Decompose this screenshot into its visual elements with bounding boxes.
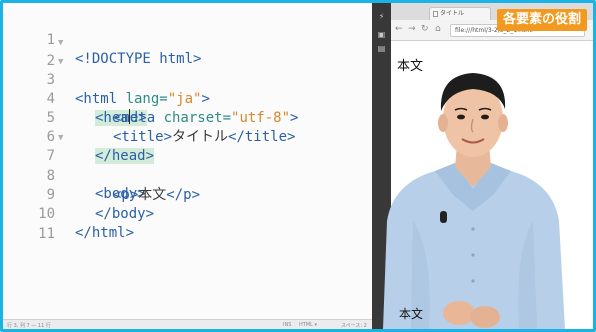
lesson-title-badge: 各要素の役割 [497, 9, 588, 31]
insert-mode[interactable]: INS [283, 322, 291, 328]
cursor-position: 行 3, 列 7 — 11 行 [7, 323, 51, 329]
forward-icon[interactable]: → [408, 24, 416, 34]
code-line: 10 </html> [3, 186, 372, 241]
page-body-text-bottom: 本文 [399, 307, 424, 321]
browser-tab-title: タイトル [440, 10, 465, 17]
extension-icon[interactable]: ▣ [377, 31, 386, 39]
code-line: 11 [3, 206, 372, 242]
code-token: </html> [75, 225, 135, 241]
fold-arrow-icon[interactable]: ▼ [58, 34, 63, 53]
language-mode-select[interactable]: HTML ▾ [299, 322, 317, 328]
status-bar: 行 3, 列 7 — 11 行 INS HTML ▾ スペース: 2 [3, 319, 372, 329]
live-preview-icon[interactable]: ⚡ [377, 13, 386, 21]
back-icon[interactable]: ← [395, 24, 403, 34]
code-line: 9 </body> [3, 167, 372, 222]
fold-arrow-icon[interactable]: ▼ [58, 53, 63, 72]
code-editor[interactable]: 1 <!DOCTYPE html> 2 ▼ <html lang="ja"> 3… [3, 3, 372, 329]
presenter-image [383, 73, 565, 329]
code-line: 1 <!DOCTYPE html> [3, 12, 372, 67]
fold-arrow-icon[interactable]: ▼ [58, 129, 63, 148]
code-line: 7 ▼ <body> [3, 128, 372, 202]
page-icon [433, 11, 438, 17]
file-icon[interactable]: ▤ [377, 45, 386, 53]
home-icon[interactable]: ⌂ [435, 24, 441, 34]
reload-icon[interactable]: ↻ [421, 24, 429, 34]
code-line: 8 <p>本文</p> [3, 148, 372, 203]
code-line: 3 ▼ <head> [3, 52, 372, 126]
code-line: 5 <title>タイトル</title> [3, 90, 372, 145]
code-line: 4 <meta charset="utf-8"> [3, 71, 372, 126]
code-text[interactable]: </html> [75, 224, 134, 243]
code-line: 6 </head> [3, 109, 372, 164]
browser-tab[interactable]: タイトル [429, 7, 491, 20]
video-frame: 1 <!DOCTYPE html> 2 ▼ <html lang="ja"> 3… [0, 0, 596, 332]
code-line: 2 ▼ <html lang="ja"> [3, 33, 372, 107]
indent-spaces[interactable]: スペース: 2 [341, 322, 367, 329]
line-number: 11 [38, 226, 55, 242]
